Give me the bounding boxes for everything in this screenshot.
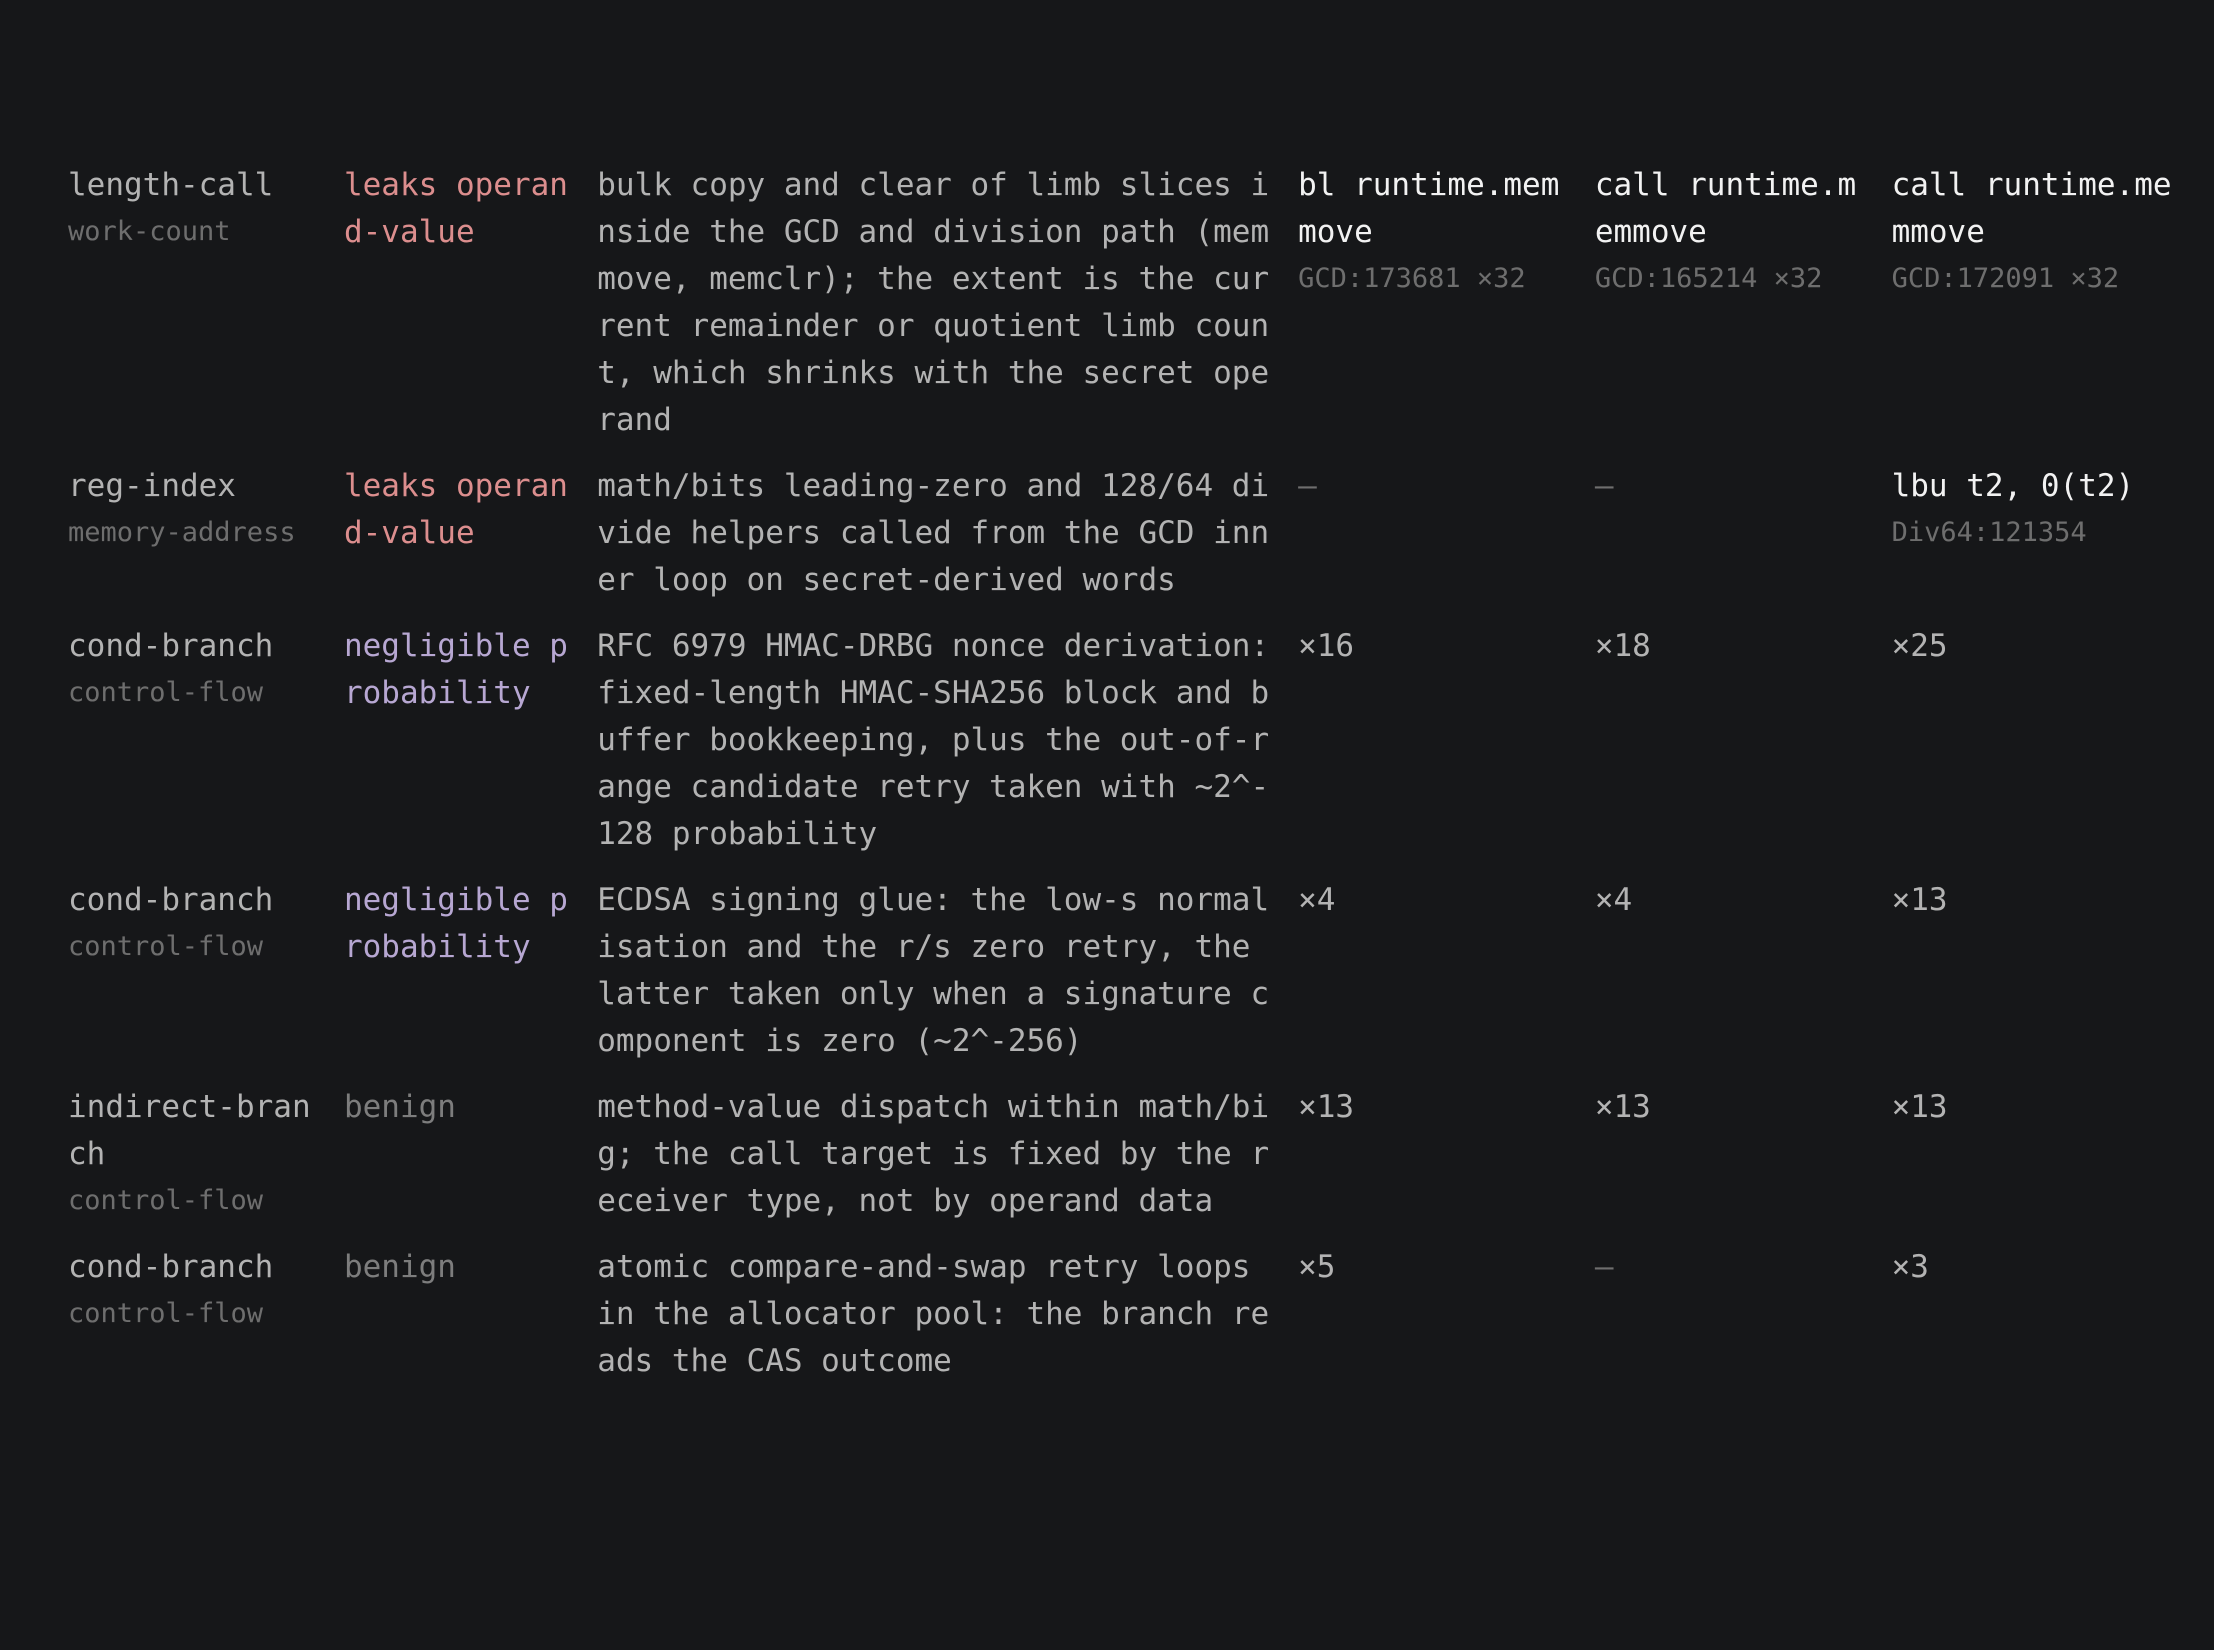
table-row: cond-branch control-flow negligible prob… [68, 623, 2188, 877]
finding-description: method-value dispatch within math/big; t… [597, 1089, 1270, 1219]
finding-class-cell: length-call work-count [68, 162, 344, 254]
arch-1-count: ×13 [1298, 1089, 1355, 1125]
table-row: cond-branch control-flow negligible prob… [68, 877, 2188, 1084]
finding-description: RFC 6979 HMAC-DRBG nonce derivation: fix… [597, 628, 1270, 852]
instruction-text: bl runtime.memmove [1298, 167, 1560, 250]
finding-class-cell: cond-branch control-flow [68, 877, 344, 969]
finding-description: ECDSA signing glue: the low-s normalisat… [597, 882, 1270, 1059]
arch-1-cell: — [1298, 463, 1595, 510]
empty-dash: — [1594, 468, 1614, 504]
arch-1-cell: bl runtime.memmove GCD:173681 ×32 [1298, 162, 1595, 301]
instruction-text: call runtime.memmove [1594, 167, 1857, 250]
finding-category: control-flow [68, 677, 264, 708]
finding-kind: cond-branch [68, 1249, 274, 1285]
instruction-text: call runtime.memmove [1891, 167, 2172, 250]
finding-description: atomic compare-and-swap retry loops in t… [597, 1249, 1270, 1379]
verdict-badge: leaks operand-value [343, 167, 568, 250]
finding-category: control-flow [68, 931, 264, 962]
empty-dash: — [1594, 1249, 1614, 1285]
arch-1-count: ×4 [1298, 882, 1336, 918]
finding-kind: reg-index [68, 468, 236, 504]
finding-kind: cond-branch [68, 628, 274, 664]
table-row: reg-index memory-address leaks operand-v… [68, 463, 2188, 623]
location-text: GCD:173681 ×32 [1298, 263, 1526, 294]
arch-3-count: ×13 [1891, 1089, 1948, 1125]
arch-2-count: ×13 [1594, 1089, 1651, 1125]
table-row: cond-branch control-flow benign atomic c… [68, 1244, 2188, 1404]
table-row: indirect-branch control-flow benign meth… [68, 1084, 2188, 1244]
empty-dash: — [1298, 468, 1317, 504]
arch-2-cell: call runtime.memmove GCD:165214 ×32 [1595, 162, 1892, 301]
arch-2-count: ×18 [1594, 628, 1651, 664]
arch-2-count: ×4 [1594, 882, 1633, 918]
verdict-badge: negligible probability [343, 628, 568, 711]
arch-2-cell: — [1595, 463, 1892, 510]
finding-category: work-count [68, 216, 231, 247]
finding-kind: indirect-branch [68, 1089, 311, 1172]
finding-description: bulk copy and clear of limb slices insid… [597, 167, 1270, 438]
finding-class-cell: cond-branch control-flow [68, 623, 344, 715]
arch-1-count: ×5 [1298, 1249, 1336, 1285]
finding-class-cell: cond-branch control-flow [68, 1244, 344, 1336]
arch-3-cell: call runtime.memmove GCD:172091 ×32 [1892, 162, 2188, 301]
findings-table: length-call work-count leaks operand-val… [68, 162, 2188, 1404]
finding-kind: cond-branch [68, 882, 274, 918]
arch-3-count: ×25 [1891, 628, 1948, 664]
location-text: GCD:165214 ×32 [1594, 263, 1823, 294]
finding-category: memory-address [68, 517, 296, 548]
verdict-badge: negligible probability [343, 882, 568, 965]
instruction-text: lbu t2, 0(t2) [1891, 468, 2135, 504]
finding-category: control-flow [68, 1185, 264, 1216]
arch-3-cell: lbu t2, 0(t2) Div64:121354 [1892, 463, 2188, 555]
table-row: length-call work-count leaks operand-val… [68, 162, 2188, 463]
verdict-badge: leaks operand-value [343, 468, 568, 551]
verdict-badge: benign [343, 1089, 456, 1125]
arch-1-count: ×16 [1298, 628, 1355, 664]
finding-class-cell: indirect-branch control-flow [68, 1084, 344, 1223]
arch-3-count: ×13 [1891, 882, 1948, 918]
location-text: GCD:172091 ×32 [1891, 263, 2120, 294]
location-text: Div64:121354 [1891, 517, 2087, 548]
arch-3-count: ×3 [1891, 1249, 1929, 1285]
finding-category: control-flow [68, 1298, 264, 1329]
finding-description: math/bits leading-zero and 128/64 divide… [597, 468, 1270, 598]
finding-kind: length-call [68, 167, 274, 203]
verdict-badge: benign [343, 1249, 456, 1285]
finding-class-cell: reg-index memory-address [68, 463, 344, 555]
